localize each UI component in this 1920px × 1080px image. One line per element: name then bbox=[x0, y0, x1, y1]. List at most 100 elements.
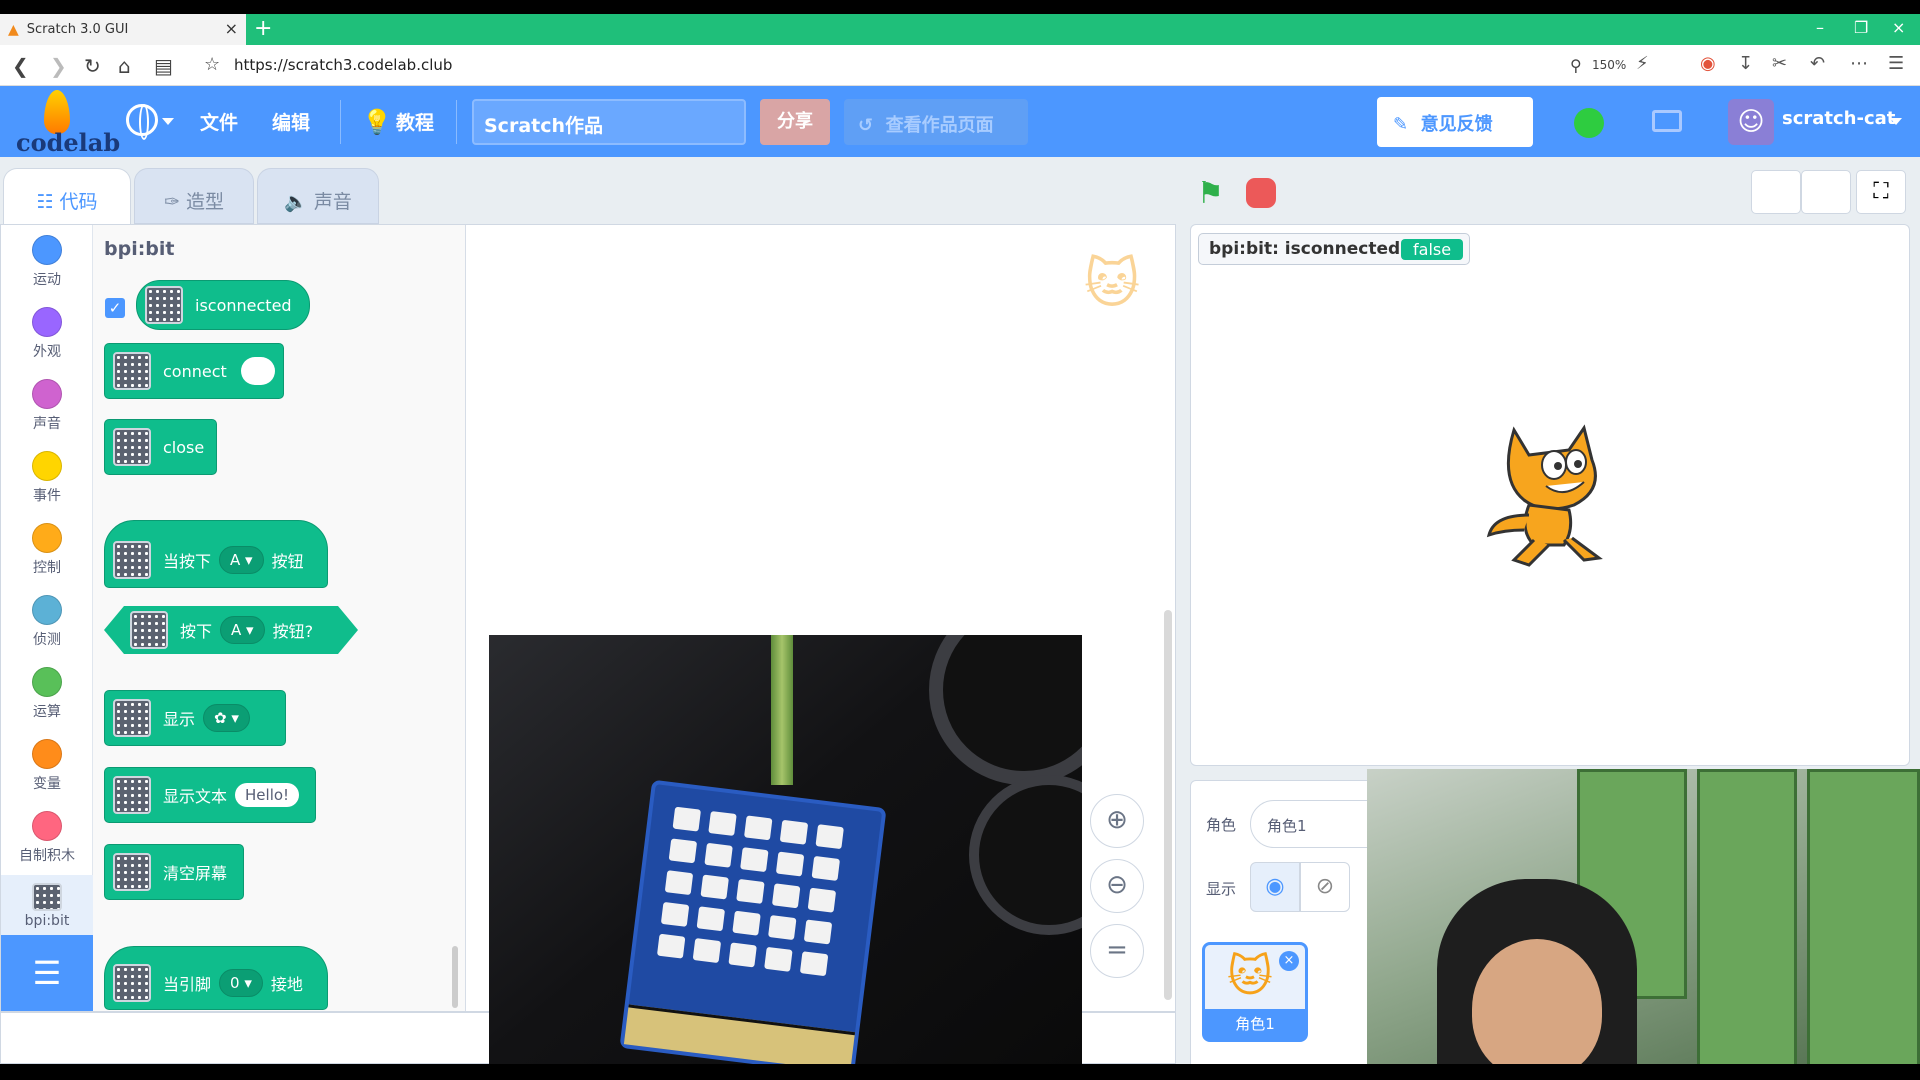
tab-code[interactable]: ☷ 代码 bbox=[3, 168, 131, 224]
tab-close-icon[interactable]: × bbox=[225, 19, 238, 38]
codelab-logo[interactable]: codelab bbox=[14, 90, 120, 157]
tab-costumes-label: 造型 bbox=[185, 191, 224, 213]
block-text: close bbox=[163, 437, 205, 457]
menu-edit[interactable]: 编辑 bbox=[272, 108, 310, 135]
see-project-page-button[interactable]: ↺ 查看作品页面 bbox=[844, 99, 1028, 145]
tab-costumes[interactable]: ✑ 造型 bbox=[134, 168, 254, 224]
fullscreen-icon[interactable]: ⛶ bbox=[1856, 170, 1906, 214]
project-title-input[interactable]: Scratch作品 bbox=[472, 99, 746, 145]
small-stage-button[interactable] bbox=[1751, 170, 1801, 214]
pin-dropdown[interactable]: 0 ▾ bbox=[219, 969, 263, 997]
block-button-pressed[interactable]: 按下 A ▾ 按钮? bbox=[104, 606, 358, 654]
bookmark-star-icon[interactable]: ☆ bbox=[204, 54, 220, 75]
zoom-out-icon[interactable]: ⊖ bbox=[1090, 859, 1144, 913]
share-button[interactable]: 分享 bbox=[760, 99, 830, 145]
tab-sounds-label: 声音 bbox=[313, 191, 352, 213]
category-bpibit[interactable]: bpi:bit bbox=[1, 875, 93, 935]
category-label: bpi:bit bbox=[24, 913, 70, 929]
motion-dot-icon bbox=[32, 235, 62, 265]
delete-sprite-icon[interactable]: × bbox=[1279, 951, 1299, 971]
download-icon[interactable]: ↧ bbox=[1738, 53, 1753, 74]
block-text: connect bbox=[163, 361, 227, 381]
tutorial-bulb-icon[interactable]: 💡 bbox=[362, 108, 392, 136]
reload-icon[interactable]: ↻ bbox=[84, 54, 101, 78]
scissors-icon[interactable]: ✂ bbox=[1772, 53, 1787, 74]
button-dropdown[interactable]: A ▾ bbox=[220, 616, 265, 644]
palette-scrollbar[interactable] bbox=[452, 946, 458, 1008]
category-control[interactable]: 控制 bbox=[1, 523, 93, 577]
reader-icon[interactable]: ▤ bbox=[154, 54, 173, 78]
show-eye-icon[interactable]: ◉ bbox=[1250, 862, 1300, 912]
hide-eye-icon[interactable]: ⊘ bbox=[1300, 862, 1350, 912]
category-events[interactable]: 事件 bbox=[1, 451, 93, 505]
browser-tab[interactable]: ▲ Scratch 3.0 GUI × bbox=[0, 14, 246, 45]
stop-icon[interactable] bbox=[1246, 178, 1276, 208]
game-icon[interactable]: ◉ bbox=[1700, 53, 1716, 74]
block-clear-screen[interactable]: 清空屏幕 bbox=[104, 844, 244, 900]
category-variables[interactable]: 变量 bbox=[1, 739, 93, 793]
dropdown-value: A bbox=[230, 551, 241, 569]
microbit-icon bbox=[113, 699, 151, 737]
scratch-cat-sprite[interactable] bbox=[1474, 420, 1624, 570]
block-when-pin-grounded[interactable]: 当引脚 0 ▾ 接地 bbox=[104, 946, 328, 1010]
tab-sounds[interactable]: 🔈 声音 bbox=[257, 168, 379, 224]
flash-icon[interactable]: ⚡ bbox=[1636, 53, 1649, 74]
menu-icon[interactable]: ☰ bbox=[1888, 53, 1904, 74]
sprite-tile[interactable]: 🐱 × 角色1 bbox=[1202, 942, 1308, 1042]
category-my-blocks[interactable]: 自制积木 bbox=[1, 811, 93, 865]
matrix-dropdown[interactable]: ✿ ▾ bbox=[203, 704, 250, 732]
undo-icon[interactable]: ↶ bbox=[1810, 53, 1825, 74]
block-close[interactable]: close bbox=[104, 419, 217, 475]
isconnected-checkbox[interactable]: ✓ bbox=[105, 298, 125, 318]
my-stuff-folder-icon[interactable] bbox=[1652, 110, 1682, 132]
home-icon[interactable]: ⌂ bbox=[118, 54, 131, 78]
language-caret-icon[interactable] bbox=[162, 118, 174, 125]
forward-icon[interactable]: ❯ bbox=[50, 54, 67, 78]
block-isconnected[interactable]: isconnected bbox=[136, 280, 310, 330]
sprite-name-input[interactable]: 角色1 bbox=[1250, 800, 1380, 848]
new-tab-icon[interactable]: + bbox=[254, 16, 272, 41]
username[interactable]: scratch-cat bbox=[1782, 108, 1895, 129]
scratch-favicon-icon: ▲ bbox=[8, 21, 19, 38]
text-input[interactable]: Hello! bbox=[235, 783, 300, 807]
green-flag-icon[interactable]: ⚑ bbox=[1197, 176, 1224, 211]
cat-icon bbox=[1486, 424, 1603, 567]
user-avatar[interactable]: ☺ bbox=[1728, 99, 1774, 145]
url-field[interactable]: https://scratch3.codelab.club bbox=[234, 56, 452, 74]
menu-divider bbox=[340, 100, 341, 144]
category-sensing[interactable]: 侦测 bbox=[1, 595, 93, 649]
connect-input[interactable] bbox=[240, 357, 275, 385]
block-connect[interactable]: connect bbox=[104, 343, 284, 399]
variable-monitor[interactable]: bpi:bit: isconnected false bbox=[1198, 233, 1470, 265]
normal-stage-button[interactable] bbox=[1801, 170, 1851, 214]
microbit-icon bbox=[113, 428, 151, 466]
more-icon[interactable]: ⋯ bbox=[1850, 53, 1868, 74]
add-extension-icon[interactable]: ☰ bbox=[1, 935, 93, 1011]
category-looks[interactable]: 外观 bbox=[1, 307, 93, 361]
zoom-level[interactable]: 150% bbox=[1592, 58, 1626, 72]
block-display[interactable]: 显示 ✿ ▾ bbox=[104, 690, 286, 746]
zoom-icon[interactable]: ⚲ bbox=[1570, 56, 1582, 75]
language-globe-icon[interactable] bbox=[126, 104, 158, 140]
menu-file[interactable]: 文件 bbox=[200, 108, 238, 135]
feedback-button[interactable]: ✎ 意见反馈 bbox=[1377, 97, 1533, 147]
button-dropdown[interactable]: A ▾ bbox=[219, 546, 264, 574]
back-icon[interactable]: ❮ bbox=[12, 54, 29, 78]
dropdown-value: A bbox=[231, 621, 242, 639]
zoom-in-icon[interactable]: ⊕ bbox=[1090, 794, 1144, 848]
events-dot-icon bbox=[32, 451, 62, 481]
minimize-icon[interactable]: – bbox=[1816, 18, 1824, 37]
block-when-button-pressed[interactable]: 当按下 A ▾ 按钮 bbox=[104, 520, 328, 588]
window-close-icon[interactable]: × bbox=[1892, 18, 1905, 37]
menu-tutorials[interactable]: 教程 bbox=[396, 108, 434, 135]
category-motion[interactable]: 运动 bbox=[1, 235, 93, 289]
workspace-scrollbar[interactable] bbox=[1164, 610, 1172, 1000]
block-text: 接地 bbox=[270, 975, 303, 994]
block-display-text[interactable]: 显示文本 Hello! bbox=[104, 767, 316, 823]
account-caret-icon[interactable] bbox=[1890, 118, 1902, 125]
category-operators[interactable]: 运算 bbox=[1, 667, 93, 721]
connection-status-icon[interactable] bbox=[1574, 108, 1604, 138]
restore-icon[interactable]: ❐ bbox=[1854, 18, 1868, 37]
category-sound[interactable]: 声音 bbox=[1, 379, 93, 433]
zoom-reset-icon[interactable]: = bbox=[1090, 924, 1144, 978]
